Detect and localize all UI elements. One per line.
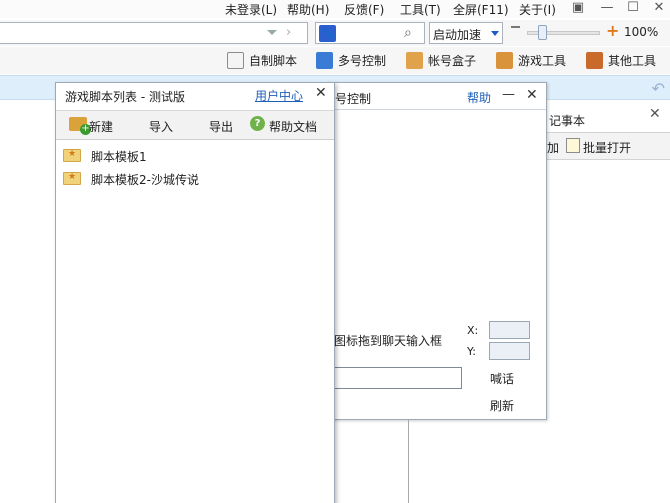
menu-about[interactable]: 关于(I) <box>519 1 556 18</box>
tool-label: 自制脚本 <box>249 54 298 68</box>
drag-hint-text: 图标拖到聊天输入框 <box>334 334 443 348</box>
close-icon[interactable]: ✕ <box>648 0 670 18</box>
script-edit-icon <box>227 52 244 69</box>
list-item-label: 脚本模板1 <box>91 150 147 164</box>
y-coordinate-input[interactable] <box>489 342 530 360</box>
tool-label: 帐号盒子 <box>428 54 477 68</box>
list-item-label: 脚本模板2-沙城传说 <box>91 173 199 187</box>
notepad-title: 记事本 <box>549 114 586 128</box>
script-list-title: 游戏脚本列表 - 测试版 <box>65 90 185 104</box>
baidu-paw-icon[interactable]: 🐾 <box>319 25 336 42</box>
help-icon[interactable]: ? <box>250 116 265 131</box>
address-row: › 🐾 ⌕ 启动加速 + 100% <box>0 20 670 46</box>
chevron-down-icon[interactable] <box>489 26 502 40</box>
compact-mode-icon[interactable]: ▣ <box>567 0 589 18</box>
chat-message-input[interactable] <box>325 367 462 389</box>
script-folder-icon <box>63 172 81 185</box>
notepad-close-icon[interactable]: ✕ <box>649 106 661 122</box>
tool-label: 多号控制 <box>338 54 387 68</box>
address-dropdown-icon[interactable] <box>267 30 277 35</box>
divider <box>327 109 546 110</box>
menu-tools[interactable]: 工具(T) <box>400 1 441 18</box>
close-icon[interactable]: ✕ <box>315 85 327 101</box>
menu-fullscreen[interactable]: 全屏(F11) <box>453 1 509 18</box>
script-list-toolbar: 新建 导入 导出 ? 帮助文档 <box>56 110 334 140</box>
menu-feedback[interactable]: 反馈(F) <box>344 1 384 18</box>
accelerate-label: 启动加速 <box>433 28 482 42</box>
divider <box>408 420 409 503</box>
import-button[interactable]: 导入 <box>149 118 173 135</box>
minimize-icon[interactable]: — <box>596 0 618 18</box>
go-forward-icon[interactable]: › <box>286 25 291 40</box>
user-center-link[interactable]: 用户中心 <box>255 87 303 104</box>
zoom-value: 100% <box>624 25 659 39</box>
list-item[interactable]: 脚本模板1 <box>56 144 334 166</box>
x-coordinate-label: X: <box>467 324 479 337</box>
tool-bar: 自制脚本 多号控制 帐号盒子 游戏工具 其他工具 <box>0 47 670 74</box>
export-button[interactable]: 导出 <box>209 118 233 135</box>
back-arrow-icon[interactable]: ↶ <box>652 79 665 98</box>
new-folder-icon[interactable] <box>69 117 91 135</box>
search-icon[interactable]: ⌕ <box>404 25 412 41</box>
zoom-out-icon[interactable] <box>511 26 520 28</box>
shout-button[interactable]: 喊话 <box>490 370 514 387</box>
other-tools-icon <box>586 52 603 69</box>
accelerate-dropdown[interactable]: 启动加速 <box>429 22 503 44</box>
script-folder-icon <box>63 149 81 162</box>
tool-label: 游戏工具 <box>518 54 567 68</box>
batch-open-button[interactable]: 批量打开 <box>583 139 631 156</box>
zoom-slider-handle[interactable] <box>538 25 547 40</box>
account-box-icon <box>406 52 423 69</box>
search-input[interactable]: 🐾 ⌕ <box>315 22 425 44</box>
y-coordinate-label: Y: <box>467 345 476 358</box>
help-doc-button[interactable]: 帮助文档 <box>269 118 317 135</box>
menu-help[interactable]: 帮助(H) <box>287 1 329 18</box>
address-input[interactable]: › <box>0 22 308 44</box>
multi-control-title: 号控制 <box>335 92 372 106</box>
batch-open-icon <box>566 138 580 153</box>
zoom-in-icon[interactable]: + <box>606 23 619 39</box>
new-button[interactable]: 新建 <box>89 118 113 135</box>
script-list-titlebar: 游戏脚本列表 - 测试版 用户中心 ✕ <box>56 83 334 109</box>
menu-bar: 未登录(L) 帮助(H) 反馈(F) 工具(T) 全屏(F11) 关于(I) ▣… <box>0 0 670 18</box>
minimize-icon[interactable]: — <box>502 87 515 102</box>
maximize-icon[interactable]: ☐ <box>622 0 644 18</box>
menu-login[interactable]: 未登录(L) <box>225 1 277 18</box>
x-coordinate-input[interactable] <box>489 321 530 339</box>
multi-account-icon <box>316 52 333 69</box>
refresh-button[interactable]: 刷新 <box>490 397 514 414</box>
close-icon[interactable]: ✕ <box>526 87 538 103</box>
notepad-add-button[interactable]: 加 <box>547 139 559 156</box>
tool-label: 其他工具 <box>608 54 657 68</box>
game-tools-icon <box>496 52 513 69</box>
multi-control-help-link[interactable]: 帮助 <box>467 89 491 106</box>
list-item[interactable]: 脚本模板2-沙城传说 <box>56 167 334 189</box>
script-list-window: 游戏脚本列表 - 测试版 用户中心 ✕ 新建 导入 导出 ? 帮助文档 脚本模板… <box>55 82 335 503</box>
multi-control-window: 号控制 帮助 — ✕ 图标拖到聊天输入框 X: Y: 喊话 刷新 <box>325 82 547 420</box>
